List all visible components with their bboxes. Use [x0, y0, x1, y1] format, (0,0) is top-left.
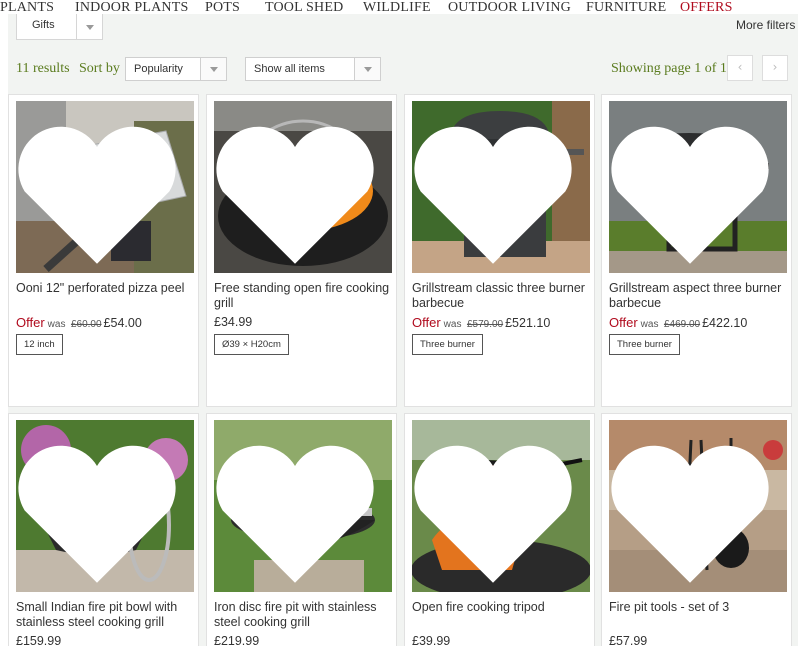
- product-image-pizza-peel[interactable]: [16, 101, 194, 273]
- sort-bar: 11 results Sort by Popularity Show all i…: [8, 51, 798, 91]
- product-price: £57.99: [609, 634, 647, 646]
- offer-label: Offer: [412, 315, 441, 330]
- was-price: £60.00: [70, 319, 102, 330]
- product-price: Offer was £469.00 £422.10: [609, 315, 747, 330]
- product-card[interactable]: Ooni 12" perforated pizza peel Offer was …: [8, 94, 199, 407]
- show-items-select[interactable]: Show all items: [245, 57, 381, 81]
- product-variant-tag[interactable]: Ø39 × H20cm: [214, 334, 289, 355]
- wishlist-heart-icon[interactable]: [16, 430, 186, 592]
- product-image-fire-pit-bowl[interactable]: [16, 420, 194, 592]
- product-title[interactable]: Fire pit tools - set of 3: [609, 600, 789, 615]
- current-price: £219.99: [214, 634, 260, 646]
- chevron-down-icon: [363, 67, 372, 72]
- product-card[interactable]: Free standing open fire cooking grill £3…: [206, 94, 397, 407]
- current-price: £159.99: [16, 634, 62, 646]
- product-title[interactable]: Free standing open fire cooking grill: [214, 281, 394, 311]
- product-title[interactable]: Ooni 12" perforated pizza peel: [16, 281, 196, 296]
- current-price: £57.99: [609, 634, 648, 646]
- wishlist-heart-icon[interactable]: [214, 430, 384, 592]
- page-indicator: Showing page 1 of 1: [611, 61, 727, 76]
- product-image-cooking-tripod[interactable]: [412, 420, 590, 592]
- was-label: was: [47, 319, 66, 330]
- sort-select[interactable]: Popularity: [125, 57, 227, 81]
- product-image-fire-grill[interactable]: [214, 101, 392, 273]
- chevron-right-icon: ›: [772, 60, 778, 74]
- wishlist-heart-icon[interactable]: [214, 111, 384, 273]
- filter-bar: Gifts More filters: [8, 14, 798, 51]
- product-image-iron-disc-fire-pit[interactable]: [214, 420, 392, 592]
- product-card[interactable]: Grillstream aspect three burner barbecue…: [601, 94, 792, 407]
- was-label: was: [443, 319, 462, 330]
- current-price: £422.10: [702, 316, 748, 330]
- was-price: £579.00: [466, 319, 504, 330]
- wishlist-heart-icon[interactable]: [16, 111, 186, 273]
- product-variant-tag[interactable]: Three burner: [609, 334, 680, 355]
- product-title[interactable]: Grillstream aspect three burner barbecue: [609, 281, 789, 311]
- wishlist-heart-icon[interactable]: [609, 111, 779, 273]
- was-price: £469.00: [663, 319, 701, 330]
- product-card[interactable]: Fire pit tools - set of 3 £57.99: [601, 413, 792, 646]
- product-variant-tag[interactable]: 12 inch: [16, 334, 63, 355]
- product-image-fire-pit-tools[interactable]: [609, 420, 787, 592]
- sort-dropdown-button[interactable]: [200, 58, 226, 80]
- offer-label: Offer: [609, 315, 638, 330]
- show-items-dropdown-button[interactable]: [354, 58, 380, 80]
- next-page-button[interactable]: ›: [762, 55, 788, 81]
- product-card[interactable]: Small Indian fire pit bowl with stainles…: [8, 413, 199, 646]
- chevron-down-icon: [209, 67, 218, 72]
- product-price: Offer was £579.00 £521.10: [412, 315, 550, 330]
- product-card[interactable]: Open fire cooking tripod £39.99: [404, 413, 595, 646]
- wishlist-heart-icon[interactable]: [609, 430, 779, 592]
- gifts-filter-label: Gifts: [32, 19, 55, 31]
- product-title[interactable]: Small Indian fire pit bowl with stainles…: [16, 600, 196, 630]
- current-price: £39.99: [412, 634, 451, 646]
- product-price: £159.99: [16, 634, 61, 646]
- product-card[interactable]: Grillstream classic three burner barbecu…: [404, 94, 595, 407]
- product-title[interactable]: Grillstream classic three burner barbecu…: [412, 281, 592, 311]
- offer-label: Offer: [16, 315, 45, 330]
- product-price: Offer was £60.00 £54.00: [16, 315, 142, 330]
- wishlist-heart-icon[interactable]: [412, 430, 582, 592]
- sort-by-label: Sort by: [79, 61, 120, 76]
- product-variant-tag[interactable]: Three burner: [412, 334, 483, 355]
- product-price: £39.99: [412, 634, 450, 646]
- current-price: £54.00: [103, 316, 142, 330]
- chevron-down-icon: [85, 24, 94, 30]
- product-price: £219.99: [214, 634, 259, 646]
- product-image-bbq-classic[interactable]: [412, 101, 590, 273]
- product-title[interactable]: Iron disc fire pit with stainless steel …: [214, 600, 394, 630]
- wishlist-heart-icon[interactable]: [412, 111, 582, 273]
- gifts-filter-select[interactable]: Gifts: [16, 14, 103, 40]
- more-filters-link[interactable]: More filters: [736, 18, 795, 32]
- was-label: was: [640, 319, 659, 330]
- product-card[interactable]: Iron disc fire pit with stainless steel …: [206, 413, 397, 646]
- product-image-bbq-aspect[interactable]: [609, 101, 787, 273]
- gifts-dropdown-button[interactable]: [76, 14, 102, 39]
- current-price: £34.99: [214, 315, 253, 329]
- chevron-left-icon: ‹: [737, 60, 743, 74]
- product-price: £34.99: [214, 315, 252, 329]
- results-count: 11 results: [16, 61, 70, 76]
- sort-select-value: Popularity: [134, 63, 183, 75]
- show-items-value: Show all items: [254, 63, 325, 75]
- current-price: £521.10: [505, 316, 551, 330]
- prev-page-button[interactable]: ‹: [727, 55, 753, 81]
- product-title[interactable]: Open fire cooking tripod: [412, 600, 592, 615]
